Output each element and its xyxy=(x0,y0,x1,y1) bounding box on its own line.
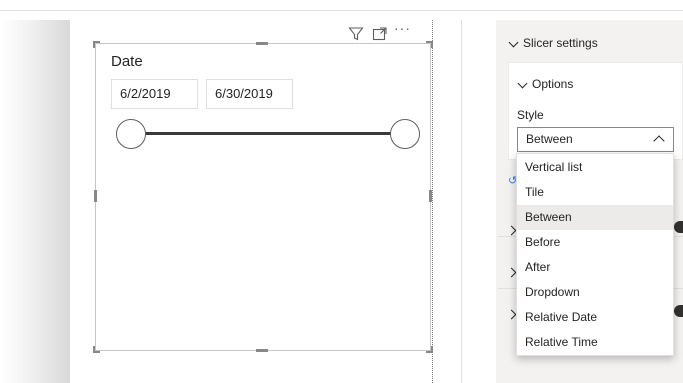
top-divider xyxy=(0,10,683,11)
range-end-handle[interactable] xyxy=(390,119,420,149)
resize-handle-right[interactable] xyxy=(429,190,432,202)
style-label: Style xyxy=(517,108,544,122)
options-header[interactable]: Options xyxy=(517,77,573,91)
chevron-right-icon[interactable] xyxy=(506,263,517,278)
section-title: Slicer settings xyxy=(523,36,598,50)
options-card: Options Style Between xyxy=(508,62,683,160)
slicer-title: Date xyxy=(111,53,143,70)
resize-corner-bottom-right[interactable] xyxy=(426,346,433,353)
filter-icon[interactable] xyxy=(348,26,364,42)
chevron-down-icon xyxy=(517,78,528,89)
resize-handle-bottom[interactable] xyxy=(256,349,268,352)
toggle-switch[interactable] xyxy=(674,221,683,233)
resize-corner-top-left[interactable] xyxy=(93,41,100,48)
pane-divider xyxy=(461,20,462,383)
resize-handle-left[interactable] xyxy=(94,190,97,202)
dropdown-option-relative-date[interactable]: Relative Date xyxy=(517,305,673,330)
start-date-input[interactable]: 6/2/2019 xyxy=(111,79,198,109)
range-start-handle[interactable] xyxy=(116,119,146,149)
resize-handle-top[interactable] xyxy=(256,42,268,45)
more-options-icon[interactable]: ··· xyxy=(394,20,411,36)
toggle-switch[interactable] xyxy=(674,305,683,317)
canvas-left-shadow xyxy=(0,20,70,383)
style-dropdown-list: Vertical list Tile Between Before After Dropd… xyxy=(516,153,674,356)
options-title: Options xyxy=(532,77,574,91)
slicer-settings-header[interactable]: Slicer settings xyxy=(508,36,598,50)
chevron-right-icon[interactable] xyxy=(506,221,517,236)
chevron-down-icon xyxy=(508,37,519,48)
style-select[interactable]: Between xyxy=(517,127,674,152)
dropdown-option-tile[interactable]: Tile xyxy=(517,180,673,205)
date-range-track[interactable] xyxy=(130,132,406,135)
chevron-up-icon xyxy=(653,135,665,147)
dropdown-option-vertical-list[interactable]: Vertical list xyxy=(517,155,673,180)
style-select-value: Between xyxy=(526,132,573,146)
dropdown-option-between[interactable]: Between xyxy=(517,205,673,230)
dropdown-option-after[interactable]: After xyxy=(517,255,673,280)
date-slicer-visual[interactable]: Date 6/2/2019 6/30/2019 xyxy=(93,41,433,353)
dropdown-option-dropdown[interactable]: Dropdown xyxy=(517,280,673,305)
resize-corner-bottom-left[interactable] xyxy=(93,346,100,353)
focus-mode-icon[interactable] xyxy=(372,26,388,42)
page-boundary-line xyxy=(432,20,433,383)
dropdown-option-relative-time[interactable]: Relative Time xyxy=(517,330,673,355)
dropdown-option-before[interactable]: Before xyxy=(517,230,673,255)
end-date-input[interactable]: 6/30/2019 xyxy=(206,79,293,109)
resize-corner-top-right[interactable] xyxy=(426,41,433,48)
chevron-right-icon[interactable] xyxy=(506,305,517,320)
